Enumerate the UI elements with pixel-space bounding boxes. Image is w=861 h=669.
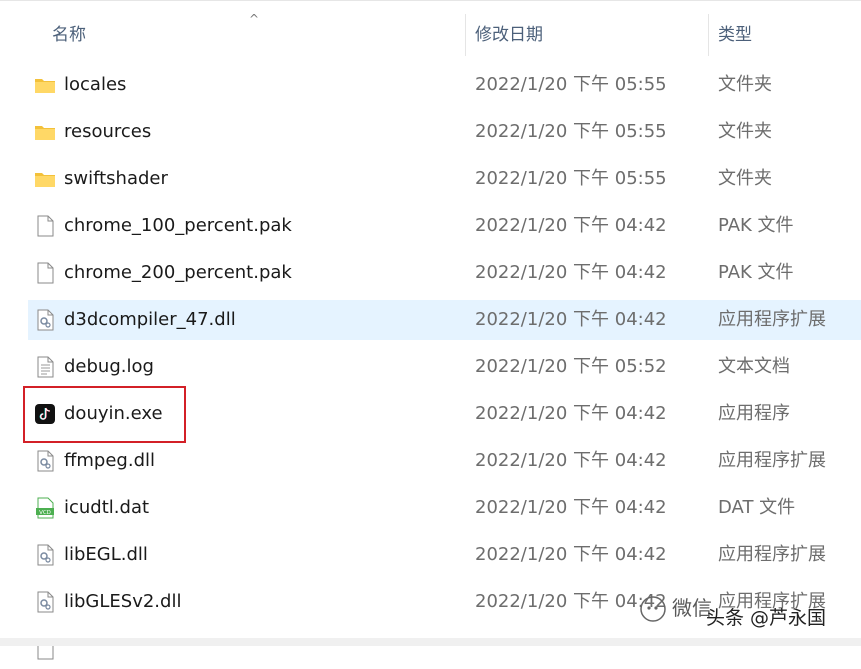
file-date: 2022/1/20 下午 04:42 — [475, 262, 667, 283]
column-header-type[interactable]: 类型 — [718, 14, 752, 56]
dll-icon — [34, 450, 56, 472]
file-name: swiftshader — [64, 168, 168, 189]
file-row[interactable]: swiftshader 2022/1/20 下午 05:55 文件夹 — [28, 159, 861, 199]
file-row[interactable]: chrome_100_percent.pak 2022/1/20 下午 04:42… — [28, 206, 861, 246]
file-icon — [34, 215, 56, 237]
file-type: DAT 文件 — [718, 497, 796, 518]
file-type: 文件夹 — [718, 121, 772, 142]
dll-icon — [34, 309, 56, 331]
file-date: 2022/1/20 下午 05:55 — [475, 74, 667, 95]
wechat-logo-icon — [640, 596, 666, 622]
file-name: icudtl.dat — [64, 497, 150, 518]
column-header-bar: ^ 名称 修改日期 类型 — [0, 12, 861, 56]
file-type: 应用程序扩展 — [718, 544, 826, 565]
file-date: 2022/1/20 下午 04:42 — [475, 403, 667, 424]
folder-icon — [34, 168, 56, 190]
file-name: d3dcompiler_47.dll — [64, 309, 236, 330]
file-row[interactable]: locales 2022/1/20 下午 05:55 文件夹 — [28, 65, 861, 105]
file-date: 2022/1/20 下午 04:42 — [475, 450, 667, 471]
file-type: PAK 文件 — [718, 262, 794, 283]
watermark-text-2: 头条 @芦永国 — [706, 607, 827, 629]
file-type: 应用程序 — [718, 403, 790, 424]
file-date: 2022/1/20 下午 04:42 — [475, 309, 667, 330]
file-row-partial[interactable] — [28, 629, 861, 669]
file-row[interactable]: debug.log 2022/1/20 下午 05:52 文本文档 — [28, 347, 861, 387]
horizontal-scrollbar[interactable] — [0, 638, 861, 646]
dll-icon — [34, 544, 56, 566]
folder-icon — [34, 74, 56, 96]
file-type: 文件夹 — [718, 168, 772, 189]
file-date: 2022/1/20 下午 04:42 — [475, 544, 667, 565]
column-header-name[interactable]: 名称 — [52, 14, 86, 56]
sort-indicator-icon[interactable]: ^ — [249, 12, 259, 26]
file-name: debug.log — [64, 356, 154, 377]
file-date: 2022/1/20 下午 05:52 — [475, 356, 667, 377]
file-row[interactable]: VCD icudtl.dat 2022/1/20 下午 04:42 DAT 文件 — [28, 488, 861, 528]
svg-text:VCD: VCD — [39, 510, 51, 516]
column-header-date[interactable]: 修改日期 — [475, 14, 543, 56]
file-name: chrome_100_percent.pak — [64, 215, 292, 236]
folder-icon — [34, 121, 56, 143]
file-name: libGLESv2.dll — [64, 591, 182, 612]
text-file-icon — [34, 356, 56, 378]
column-divider[interactable] — [465, 14, 466, 56]
file-date: 2022/1/20 下午 04:42 — [475, 497, 667, 518]
file-type: 文件夹 — [718, 74, 772, 95]
watermark: 微信 头条 @芦永国 — [640, 590, 861, 630]
dll-icon — [34, 591, 56, 613]
top-border — [0, 0, 861, 1]
file-row[interactable]: ffmpeg.dll 2022/1/20 下午 04:42 应用程序扩展 — [28, 441, 861, 481]
file-type: 应用程序扩展 — [718, 309, 826, 330]
file-name: chrome_200_percent.pak — [64, 262, 292, 283]
file-type: 文本文档 — [718, 356, 790, 377]
file-type: PAK 文件 — [718, 215, 794, 236]
file-name: ffmpeg.dll — [64, 450, 156, 471]
file-row[interactable]: d3dcompiler_47.dll 2022/1/20 下午 04:42 应用程序… — [28, 300, 861, 340]
file-name: locales — [64, 74, 127, 95]
column-divider[interactable] — [708, 14, 709, 56]
file-name: resources — [64, 121, 152, 142]
file-date: 2022/1/20 下午 04:42 — [475, 591, 667, 612]
file-date: 2022/1/20 下午 05:55 — [475, 121, 667, 142]
file-row[interactable]: libEGL.dll 2022/1/20 下午 04:42 应用程序扩展 — [28, 535, 861, 575]
file-row[interactable]: resources 2022/1/20 下午 05:55 文件夹 — [28, 112, 861, 152]
file-type: 应用程序扩展 — [718, 450, 826, 471]
file-date: 2022/1/20 下午 04:42 — [475, 215, 667, 236]
highlight-box — [23, 386, 186, 443]
vcd-file-icon: VCD — [34, 497, 56, 519]
file-icon — [34, 262, 56, 284]
file-name: libEGL.dll — [64, 544, 148, 565]
file-date: 2022/1/20 下午 05:55 — [475, 168, 667, 189]
file-row[interactable]: chrome_200_percent.pak 2022/1/20 下午 04:42… — [28, 253, 861, 293]
